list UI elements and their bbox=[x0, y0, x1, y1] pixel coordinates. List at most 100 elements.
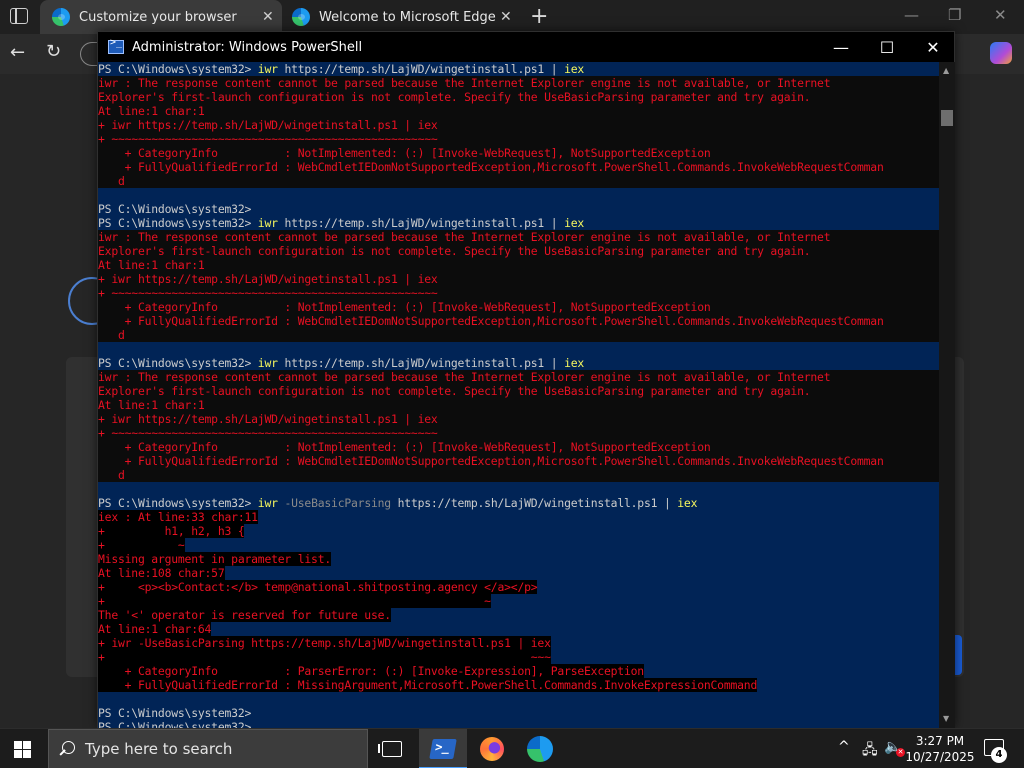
powershell-window[interactable]: Administrator: Windows PowerShell — ☐ ✕ … bbox=[97, 31, 955, 729]
system-clock[interactable]: 3:27 PM 10/27/2025 bbox=[904, 733, 976, 765]
console-text: https://temp.sh/LajWD/wingetinstall.ps1 bbox=[277, 62, 551, 76]
console-text: + FullyQualifiedErrorId : WebCmdletIEDom… bbox=[98, 314, 884, 328]
firefox-icon bbox=[480, 737, 504, 761]
console-text: d bbox=[98, 468, 125, 482]
tab-actions-icon[interactable] bbox=[10, 8, 28, 24]
clock-time: 3:27 PM bbox=[915, 734, 965, 748]
tab-title: Customize your browser bbox=[79, 9, 237, 25]
edge-logo-icon bbox=[52, 8, 70, 26]
console-line: PS C:\Windows\system32> iwr https://temp… bbox=[98, 62, 939, 76]
close-tab-icon[interactable]: ✕ bbox=[500, 9, 512, 25]
console-line: + <p><b>Contact:</b> temp@national.shitp… bbox=[98, 580, 939, 594]
console-text: At line:1 char:1 bbox=[98, 104, 205, 118]
console-text: d bbox=[98, 174, 125, 188]
console-text: iwr : The response content cannot be par… bbox=[98, 370, 831, 384]
console-line: d bbox=[98, 468, 939, 482]
console-text: iwr bbox=[257, 496, 278, 510]
taskbar-search-box[interactable]: Type here to search bbox=[48, 729, 368, 768]
console-line: + ~ bbox=[98, 594, 939, 608]
console-line: + CategoryInfo : NotImplemented: (:) [In… bbox=[98, 146, 939, 160]
console-line: + CategoryInfo : NotImplemented: (:) [In… bbox=[98, 440, 939, 454]
console-line: + ~~~~~~~~~~~~~~~~~~~~~~~~~~~~~~~~~~~~~~… bbox=[98, 132, 939, 146]
console-text: + h1, h2, h3 { bbox=[98, 524, 245, 538]
console-line: Explorer's first-launch configuration is… bbox=[98, 384, 939, 398]
console-text: + ~ bbox=[98, 594, 491, 608]
console-line: + FullyQualifiedErrorId : WebCmdletIEDom… bbox=[98, 454, 939, 468]
console-text: PS C:\Windows\system32> bbox=[98, 496, 258, 510]
console-text: + FullyQualifiedErrorId : WebCmdletIEDom… bbox=[98, 454, 884, 468]
console-line bbox=[98, 188, 939, 202]
refresh-icon[interactable]: ↻ bbox=[46, 41, 61, 62]
taskbar-firefox[interactable] bbox=[468, 729, 516, 768]
copilot-icon[interactable] bbox=[990, 42, 1012, 64]
console-line: PS C:\Windows\system32> iwr https://temp… bbox=[98, 216, 939, 230]
console-line: iwr : The response content cannot be par… bbox=[98, 230, 939, 244]
console-text: iwr : The response content cannot be par… bbox=[98, 76, 831, 90]
console-line: Explorer's first-launch configuration is… bbox=[98, 244, 939, 258]
browser-minimize-icon[interactable]: — bbox=[904, 6, 919, 24]
console-text: iwr bbox=[257, 216, 278, 230]
scrollbar-thumb[interactable] bbox=[941, 110, 953, 126]
console-text: iex : At line:33 char:11 bbox=[98, 510, 258, 524]
powershell-icon bbox=[108, 37, 124, 54]
volume-muted-icon[interactable]: 🔈 bbox=[884, 739, 901, 755]
console-text: + CategoryInfo : NotImplemented: (:) [In… bbox=[98, 146, 711, 160]
console-line: The '<' operator is reserved for future … bbox=[98, 608, 939, 622]
console-text: + CategoryInfo : NotImplemented: (:) [In… bbox=[98, 440, 711, 454]
console-text: + iwr https://temp.sh/LajWD/wingetinstal… bbox=[98, 118, 438, 132]
scroll-down-icon[interactable]: ▼ bbox=[943, 714, 949, 723]
window-title: Administrator: Windows PowerShell bbox=[132, 39, 363, 55]
console-text: -UseBasicParsing bbox=[277, 496, 398, 510]
taskbar-edge[interactable] bbox=[516, 729, 564, 768]
taskbar-powershell[interactable] bbox=[419, 729, 467, 768]
console-text: + ~~~ bbox=[98, 650, 551, 664]
back-arrow-icon[interactable]: ← bbox=[10, 42, 25, 63]
console-text: + ~ bbox=[98, 538, 185, 552]
console-text: At line:1 char:1 bbox=[98, 258, 205, 272]
console-text: + iwr https://temp.sh/LajWD/wingetinstal… bbox=[98, 272, 438, 286]
browser-restore-icon[interactable]: ❐ bbox=[948, 6, 961, 24]
console-text: iex bbox=[564, 216, 585, 230]
maximize-button[interactable]: ☐ bbox=[864, 32, 910, 62]
browser-close-icon[interactable]: ✕ bbox=[994, 6, 1007, 24]
console-text: At line:1 char:1 bbox=[98, 398, 205, 412]
console-text: iex bbox=[677, 496, 698, 510]
console-line: iex : At line:33 char:11 bbox=[98, 510, 939, 524]
console-line: + iwr https://temp.sh/LajWD/wingetinstal… bbox=[98, 412, 939, 426]
start-windows-icon[interactable] bbox=[14, 741, 31, 758]
console-text: + iwr -UseBasicParsing https://temp.sh/L… bbox=[98, 636, 551, 650]
network-icon[interactable]: 🖧 bbox=[862, 739, 878, 763]
browser-tab-bar: Customize your browser ✕ Welcome to Micr… bbox=[0, 0, 1024, 34]
powershell-title-bar[interactable]: Administrator: Windows PowerShell — ☐ ✕ bbox=[98, 32, 954, 62]
console-line: At line:1 char:64 bbox=[98, 622, 939, 636]
minimize-button[interactable]: — bbox=[818, 32, 864, 62]
console-line: PS C:\Windows\system32> bbox=[98, 202, 939, 216]
console-text: At line:1 char:64 bbox=[98, 622, 212, 636]
console-output[interactable]: PS C:\Windows\system32> iwr https://temp… bbox=[98, 62, 939, 729]
console-text: + <p><b>Contact:</b> temp@national.shitp… bbox=[98, 580, 538, 594]
new-tab-button[interactable]: + bbox=[530, 4, 548, 29]
console-line: + iwr https://temp.sh/LajWD/wingetinstal… bbox=[98, 118, 939, 132]
console-line: At line:1 char:1 bbox=[98, 104, 939, 118]
console-line: + CategoryInfo : ParserError: (:) [Invok… bbox=[98, 664, 939, 678]
console-line: + ~ bbox=[98, 538, 939, 552]
console-line: + h1, h2, h3 { bbox=[98, 524, 939, 538]
tab-welcome-edge[interactable]: Welcome to Microsoft Edge bbox=[280, 0, 520, 34]
taskbar: Type here to search ^ 🖧 ✕ 🔈 3:27 PM 10/2… bbox=[0, 728, 1024, 768]
tab-customize-browser[interactable]: Customize your browser bbox=[40, 0, 282, 34]
console-text: iwr bbox=[257, 356, 278, 370]
scroll-up-icon[interactable]: ▲ bbox=[943, 66, 949, 75]
console-text: + FullyQualifiedErrorId : MissingArgumen… bbox=[98, 678, 758, 692]
close-tab-icon[interactable]: ✕ bbox=[262, 9, 274, 25]
console-line: Missing argument in parameter list. bbox=[98, 552, 939, 566]
close-button[interactable]: ✕ bbox=[910, 32, 956, 62]
console-scrollbar[interactable]: ▲ ▼ bbox=[939, 62, 955, 729]
console-line: PS C:\Windows\system32> iwr -UseBasicPar… bbox=[98, 496, 939, 510]
chevron-up-icon[interactable]: ^ bbox=[838, 739, 850, 755]
task-view-button[interactable] bbox=[368, 729, 416, 768]
powershell-icon bbox=[429, 739, 457, 759]
console-text: | bbox=[550, 62, 565, 76]
console-line: + FullyQualifiedErrorId : WebCmdletIEDom… bbox=[98, 160, 939, 174]
console-line: At line:1 char:1 bbox=[98, 398, 939, 412]
